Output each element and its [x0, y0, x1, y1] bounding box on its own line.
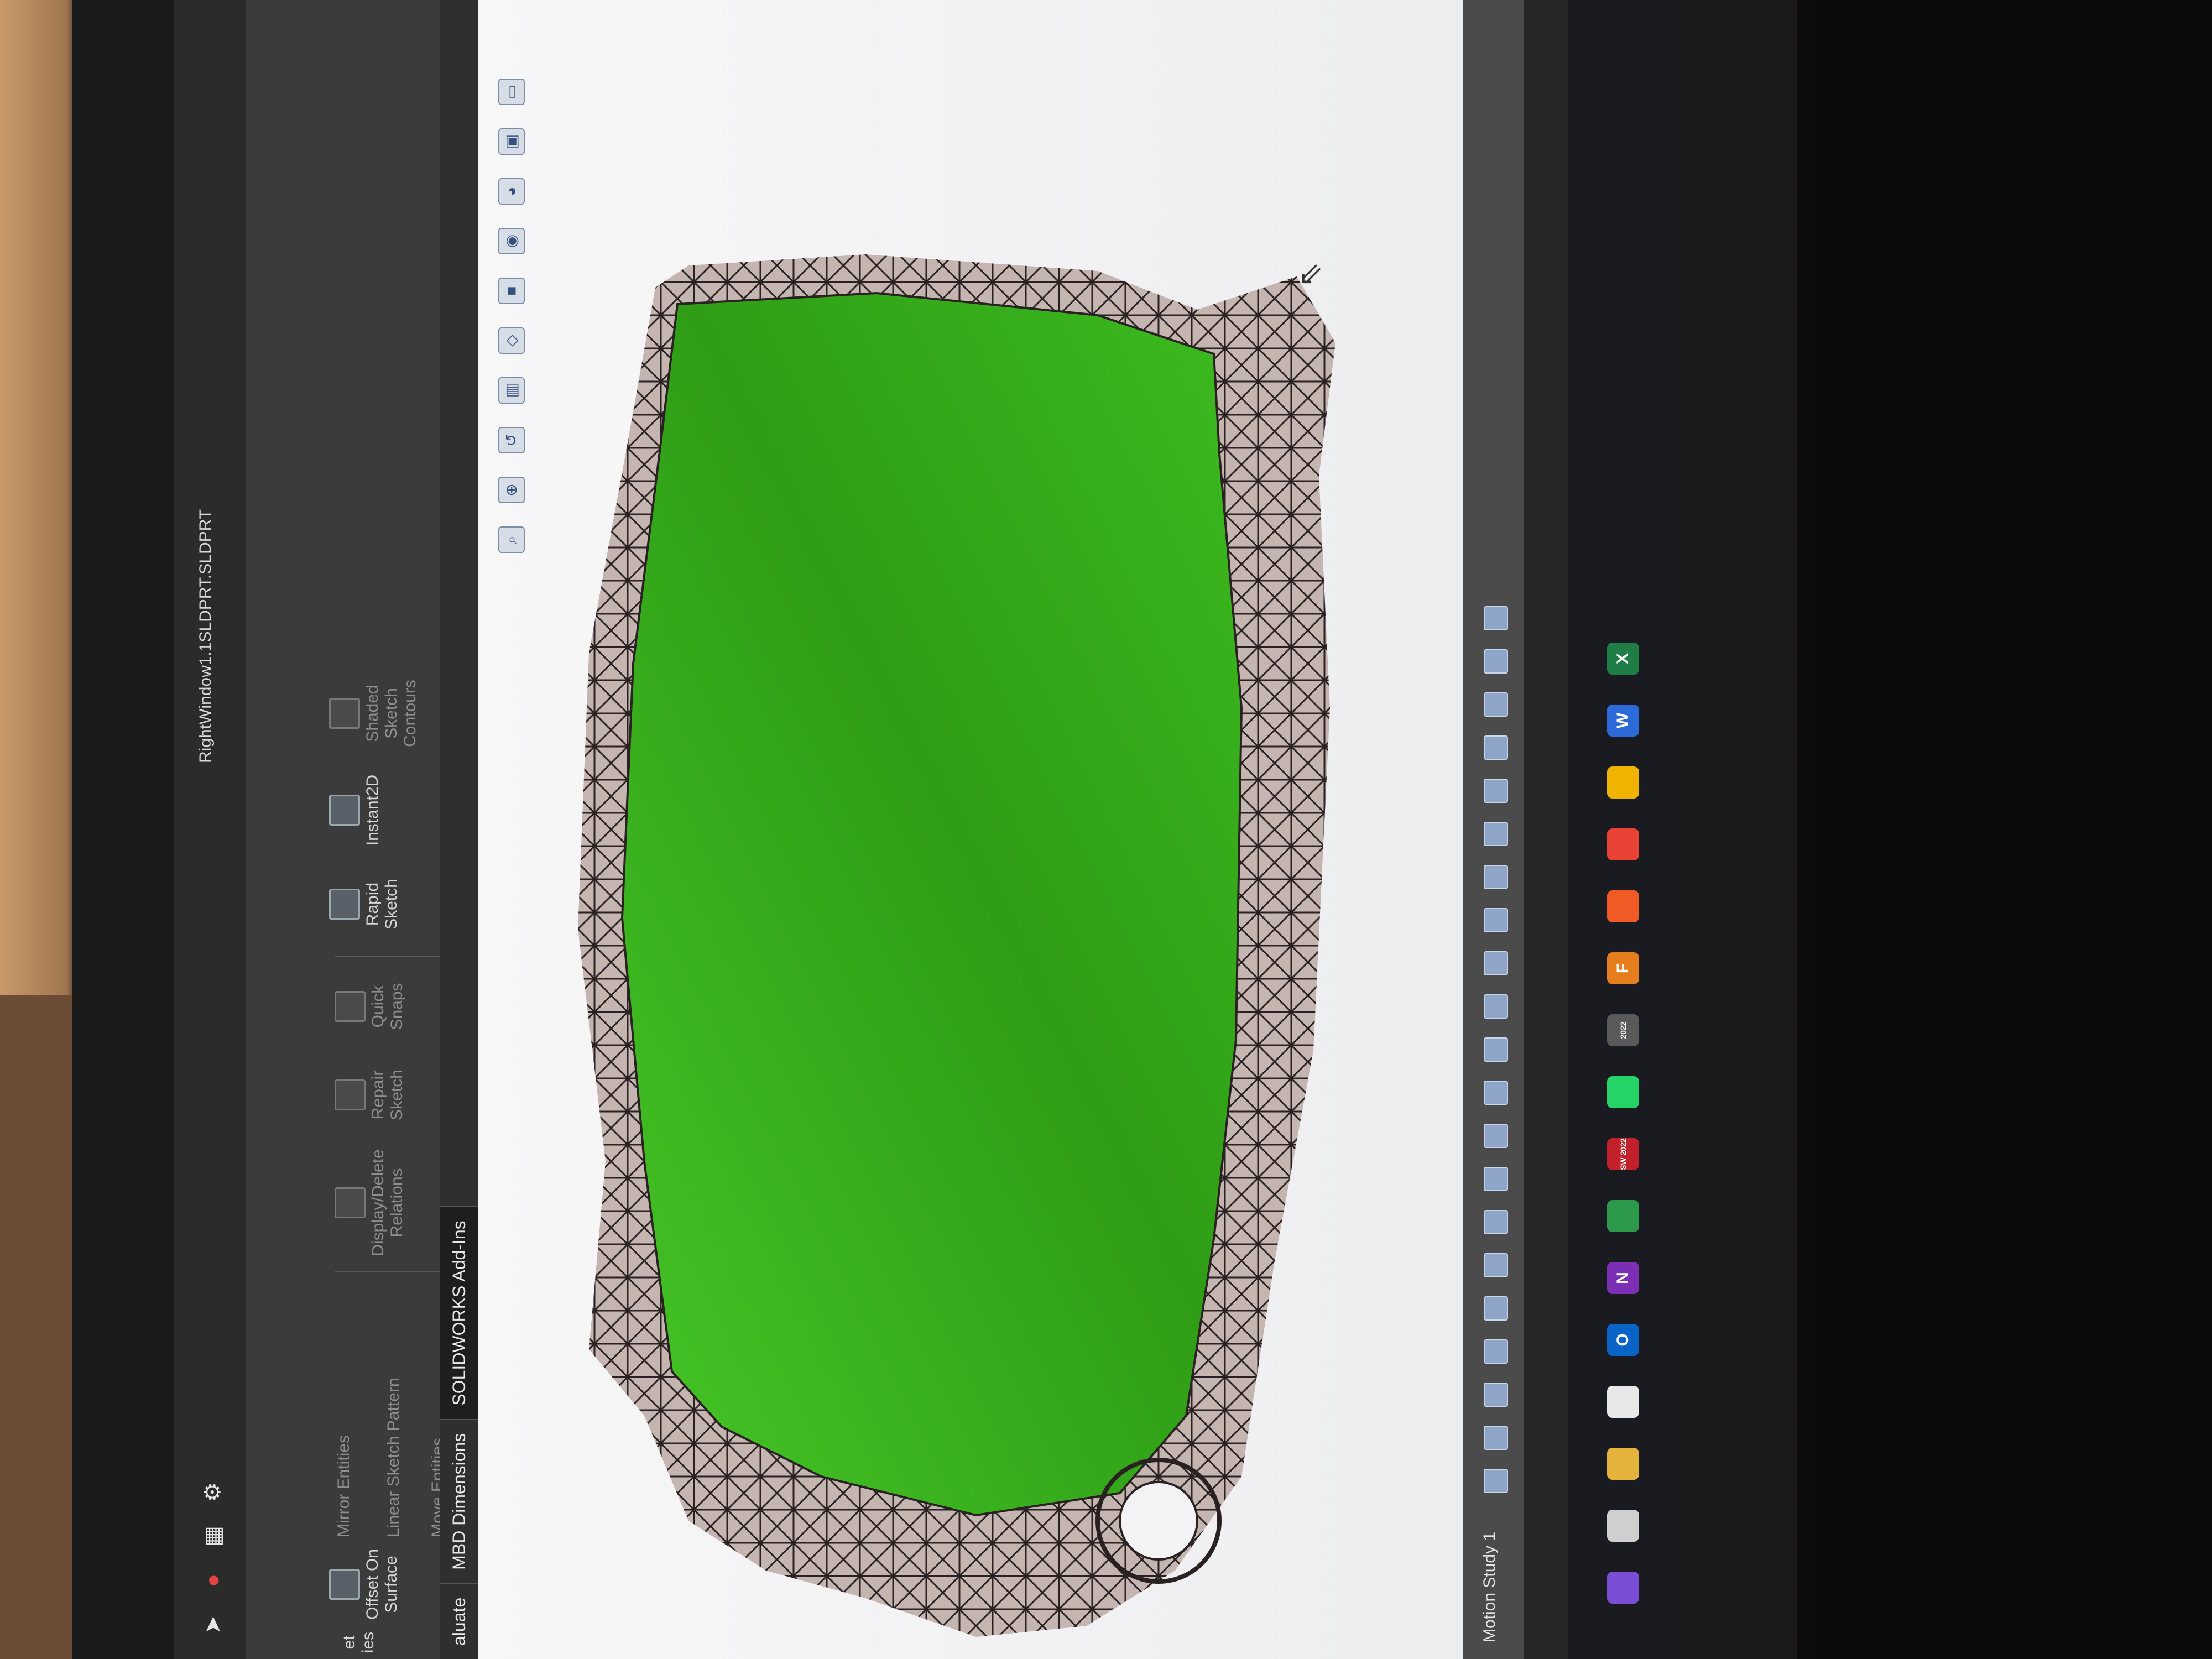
- solidworks-icon[interactable]: SW 2022: [1607, 1138, 1639, 1170]
- instant2d-button[interactable]: Instant2D: [329, 763, 382, 857]
- calculate-icon[interactable]: [1484, 1469, 1508, 1493]
- timeline-settings-icon[interactable]: [1484, 606, 1508, 630]
- title-bar: ➤ ● ▦ ⚙ RightWindow1.1SLDPRT.SLDPRT: [174, 0, 246, 1659]
- zoom-to-area-icon[interactable]: ⊕: [498, 477, 525, 503]
- view-orientation-icon[interactable]: ◇: [498, 327, 525, 354]
- partial-command-label: et ies: [340, 1631, 377, 1653]
- mesh-ring-feature: [1119, 1481, 1198, 1561]
- taskbar-apps: O N SW 2022 2022 F W X: [1598, 643, 1648, 1604]
- tablet-icon[interactable]: [1607, 1510, 1639, 1542]
- repair-sketch-button[interactable]: Repair Sketch: [335, 1056, 406, 1134]
- motion-study-properties-icon[interactable]: [1484, 865, 1508, 889]
- shaded-contours-icon: [329, 698, 360, 729]
- animation-wizard-icon[interactable]: [1484, 1210, 1508, 1234]
- gravity-icon[interactable]: [1484, 951, 1508, 975]
- motion-study-tab[interactable]: Motion Study 1: [1480, 1532, 1499, 1642]
- monitor-screen: ➤ ● ▦ ⚙ RightWindow1.1SLDPRT.SLDPRT et ie…: [174, 0, 1678, 1659]
- onenote-icon[interactable]: N: [1607, 1262, 1639, 1294]
- relations-icon: [335, 1187, 366, 1218]
- tab-mbd-dimensions[interactable]: MBD Dimensions: [440, 1418, 478, 1583]
- section-view-icon[interactable]: ▥: [498, 377, 525, 404]
- save-animation-icon[interactable]: [1484, 1253, 1508, 1277]
- zoom-in-timeline-icon[interactable]: [1484, 692, 1508, 717]
- chrome-profile-icon[interactable]: [1607, 766, 1639, 799]
- chrome-icon[interactable]: [1607, 828, 1639, 860]
- copilot-icon[interactable]: [1607, 1572, 1639, 1604]
- quick-snaps-icon: [335, 991, 366, 1022]
- motion-study-bar: Motion Study 1: [1463, 0, 1524, 1659]
- excel-icon[interactable]: X: [1607, 643, 1639, 675]
- motion-toolbar: [1479, 606, 1512, 1493]
- select-arrow-icon[interactable]: ➤: [201, 1613, 225, 1637]
- tab-solidworks-add-ins[interactable]: SOLIDWORKS Add-Ins: [440, 1206, 478, 1419]
- green-surface: [620, 291, 1243, 1517]
- rebuild-icon[interactable]: ●: [201, 1568, 225, 1593]
- play-icon[interactable]: [1484, 1426, 1508, 1450]
- solidworks-window: ➤ ● ▦ ⚙ RightWindow1.1SLDPRT.SLDPRT et ie…: [174, 0, 1678, 1659]
- rapid-sketch-icon: [329, 889, 360, 920]
- hide-show-items-icon[interactable]: ◉: [498, 228, 525, 254]
- zoom-timeline-icon[interactable]: [1484, 735, 1508, 760]
- offset-surface-icon: [329, 1569, 360, 1600]
- collapse-icon[interactable]: [1484, 822, 1508, 846]
- apply-scene-icon[interactable]: ▣: [498, 128, 525, 155]
- previous-view-icon[interactable]: ↺: [498, 427, 525, 453]
- tab-evaluate[interactable]: aluate: [440, 1583, 478, 1659]
- motor-icon[interactable]: [1484, 1081, 1508, 1105]
- mouse-cursor-icon: ⇖: [1292, 262, 1327, 288]
- photos-icon[interactable]: [1607, 1200, 1639, 1232]
- instant2d-icon: [329, 795, 360, 826]
- playback-speed-icon[interactable]: [1484, 1339, 1508, 1364]
- mirror-entities-button[interactable]: Mirror Entities: [335, 1394, 353, 1537]
- autokey-icon[interactable]: [1484, 1167, 1508, 1191]
- word-icon[interactable]: W: [1607, 705, 1639, 737]
- file-properties-icon[interactable]: ▦: [201, 1524, 225, 1548]
- zoom-to-fit-icon[interactable]: ⌕: [498, 526, 525, 553]
- window-title: RightWindow1.1SLDPRT.SLDPRT: [196, 509, 215, 763]
- filter-icon[interactable]: [1484, 779, 1508, 803]
- display-delete-relations-button[interactable]: Display/Delete Relations: [335, 1145, 406, 1261]
- status-bar: [1524, 0, 1568, 1659]
- repair-sketch-icon: [335, 1079, 366, 1110]
- solidworks-2022-icon[interactable]: 2022: [1607, 1014, 1639, 1046]
- stop-icon[interactable]: [1484, 1383, 1508, 1407]
- onedrive-icon[interactable]: [1607, 1386, 1639, 1418]
- spring-icon[interactable]: [1484, 1037, 1508, 1062]
- zoom-out-timeline-icon[interactable]: [1484, 649, 1508, 674]
- offset-on-surface-button[interactable]: Offset On Surface: [329, 1548, 401, 1620]
- brave-icon[interactable]: [1607, 890, 1639, 922]
- quick-access-toolbar: ➤ ● ▦ ⚙: [185, 1084, 241, 1659]
- quick-snaps-button[interactable]: Quick Snaps: [335, 968, 406, 1045]
- playback-mode-icon[interactable]: [1484, 1296, 1508, 1321]
- rapid-sketch-button[interactable]: Rapid Sketch: [329, 863, 401, 946]
- fusion-icon[interactable]: F: [1607, 952, 1639, 984]
- edit-appearance-icon[interactable]: ◕: [498, 178, 525, 205]
- command-manager-tabs: aluate MBD Dimensions SOLIDWORKS Add-Ins: [440, 0, 478, 1659]
- linear-sketch-pattern-button[interactable]: Linear Sketch Pattern: [384, 1360, 403, 1537]
- whatsapp-icon[interactable]: [1607, 1076, 1639, 1108]
- model-view: [578, 254, 1335, 1637]
- contact-icon[interactable]: [1484, 994, 1508, 1019]
- display-style-icon[interactable]: ■: [498, 278, 525, 304]
- add-key-icon[interactable]: [1484, 1124, 1508, 1148]
- windows-taskbar: O N SW 2022 2022 F W X: [1568, 0, 1678, 1659]
- view-settings-icon[interactable]: ▭: [498, 79, 525, 105]
- options-gear-icon[interactable]: ⚙: [201, 1480, 225, 1504]
- outlook-icon[interactable]: O: [1607, 1324, 1639, 1356]
- shaded-sketch-contours-button[interactable]: Shaded Sketch Contours: [329, 669, 420, 758]
- folder-icon[interactable]: [1607, 1448, 1639, 1480]
- heads-up-view-toolbar: ⌕ ⊕ ↺ ▥ ◇ ■ ◉ ◕ ▣ ▭: [489, 0, 534, 553]
- results-plots-icon[interactable]: [1484, 908, 1508, 932]
